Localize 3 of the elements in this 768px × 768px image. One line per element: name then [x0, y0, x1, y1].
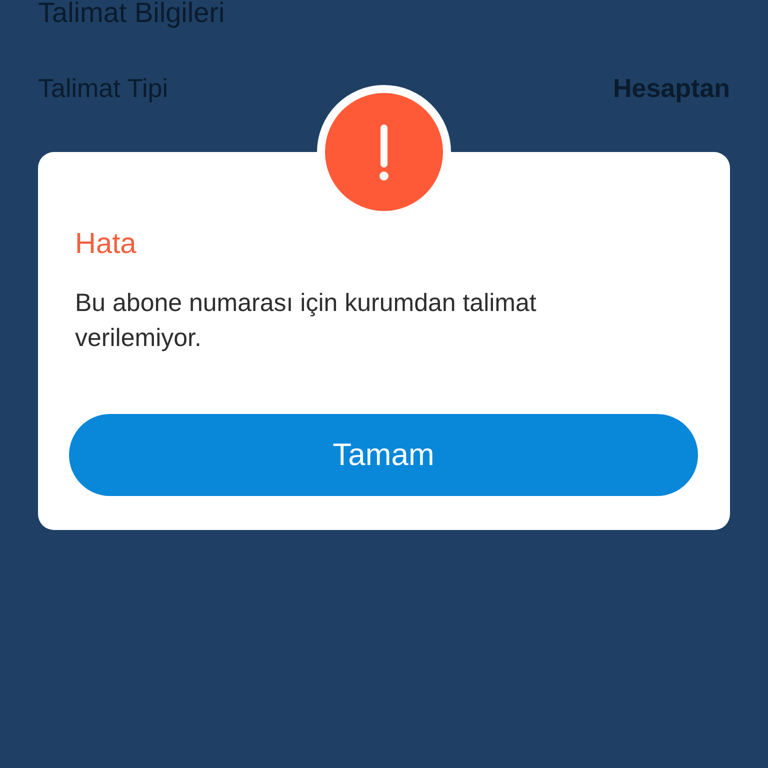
dialog-title: Hata [75, 228, 138, 260]
dialog-message: Bu abone numarası için kurumdan talimat verilemiyor. [75, 288, 538, 354]
ok-button[interactable]: Tamam [69, 414, 698, 496]
